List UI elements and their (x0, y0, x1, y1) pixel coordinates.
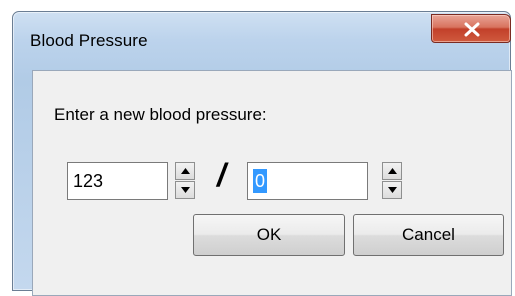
diastolic-spin-down-button[interactable] (382, 181, 402, 199)
diastolic-spin-up-button[interactable] (382, 162, 402, 180)
arrow-down-icon (181, 187, 190, 193)
dialog-window: Blood Pressure Enter a new blood pressur… (12, 11, 512, 296)
diastolic-spinner (382, 162, 402, 200)
close-button[interactable] (431, 14, 511, 43)
systolic-input[interactable]: 123 (67, 162, 168, 200)
arrow-up-icon (388, 168, 397, 174)
dialog-body: Enter a new blood pressure: 123 / 0 OK C… (32, 70, 512, 296)
window-title: Blood Pressure (30, 31, 148, 50)
systolic-spinner (175, 162, 195, 200)
arrow-down-icon (388, 187, 397, 193)
separator-slash: / (217, 157, 226, 193)
ok-button[interactable]: OK (193, 214, 345, 256)
systolic-spin-down-button[interactable] (175, 181, 195, 199)
arrow-up-icon (181, 168, 190, 174)
diastolic-input[interactable]: 0 (247, 162, 368, 200)
systolic-spin-up-button[interactable] (175, 162, 195, 180)
prompt-label: Enter a new blood pressure: (54, 105, 267, 124)
close-icon (464, 22, 480, 37)
selected-text: 0 (253, 169, 268, 193)
cancel-button[interactable]: Cancel (353, 214, 504, 256)
